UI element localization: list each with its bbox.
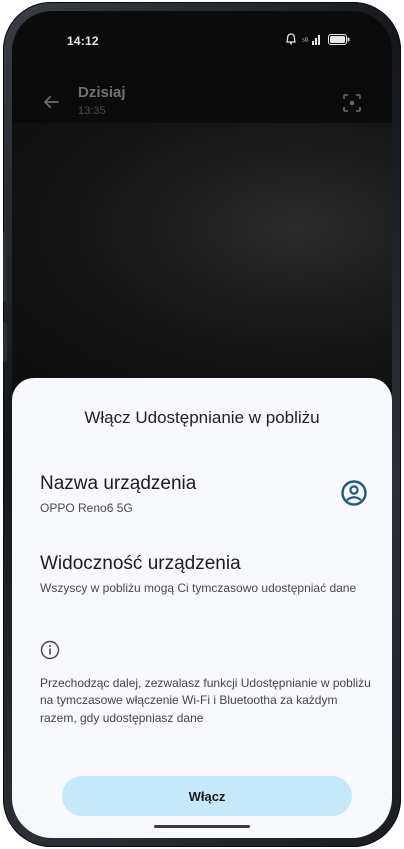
- battery-icon: [328, 33, 350, 45]
- disclaimer-text: Przechodząc dalej, zezwalasz funkcji Udo…: [40, 676, 371, 725]
- device-name-heading: Nazwa urządzenia: [40, 473, 197, 494]
- device-name-row[interactable]: Nazwa urządzenia OPPO Reno6 5G: [40, 473, 368, 523]
- header-title: Dzisiaj: [78, 84, 126, 101]
- nearby-share-sheet: Włącz Udostępnianie w pobliżu Nazwa urzą…: [12, 378, 392, 838]
- account-circle-icon[interactable]: [340, 479, 368, 507]
- alarm-icon: [286, 33, 296, 45]
- status-icons: ⁵ᴳ: [286, 33, 350, 45]
- visibility-heading: Widoczność urządzenia: [40, 553, 241, 574]
- device-visibility-row[interactable]: Widoczność urządzenia Wszyscy w pobliżu …: [40, 553, 368, 596]
- svg-text:⁵ᴳ: ⁵ᴳ: [302, 38, 309, 45]
- phone-screen: 14:12 ⁵ᴳ Dzisiaj 13:35 Włącz Udostępnian…: [12, 11, 392, 838]
- status-time: 14:12: [67, 34, 99, 48]
- status-bar: 14:12 ⁵ᴳ: [12, 11, 392, 63]
- signal-icon: ⁵ᴳ: [302, 35, 320, 45]
- sheet-title: Włącz Udostępnianie w pobliżu: [84, 408, 320, 427]
- back-arrow-icon[interactable]: [42, 93, 60, 111]
- header-subtitle: 13:35: [78, 105, 106, 117]
- power-button: [3, 322, 7, 362]
- info-icon: [40, 640, 60, 660]
- scan-icon[interactable]: [342, 93, 362, 113]
- phone-frame: 14:12 ⁵ᴳ Dzisiaj 13:35 Włącz Udostępnian…: [3, 2, 401, 847]
- home-indicator[interactable]: [154, 825, 250, 828]
- photo-preview: [12, 123, 392, 385]
- volume-button: [3, 232, 7, 302]
- enable-button[interactable]: Włącz: [62, 776, 352, 816]
- device-name-value: OPPO Reno6 5G: [40, 501, 133, 515]
- visibility-value: Wszyscy w pobliżu mogą Ci tymczasowo udo…: [40, 581, 357, 595]
